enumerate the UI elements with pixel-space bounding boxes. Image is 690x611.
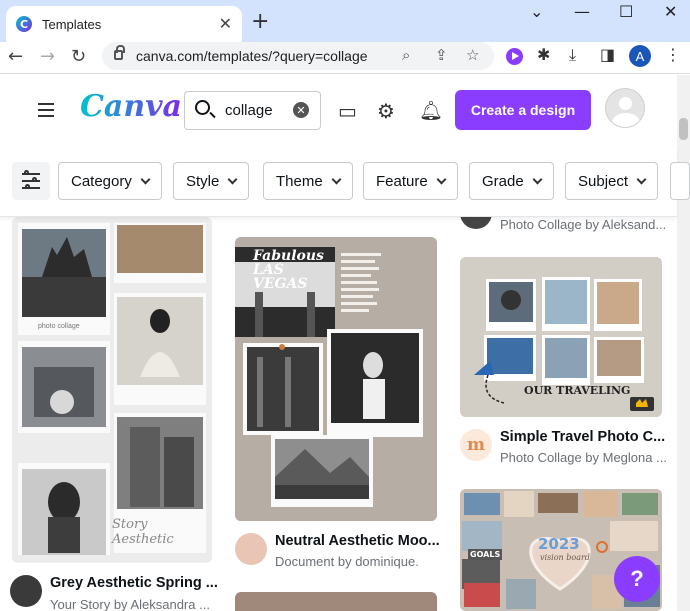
template-subtitle[interactable]: Photo Collage by Meglona ... [500, 450, 667, 465]
new-tab-button[interactable]: + [251, 9, 269, 34]
maximize-button[interactable]: ☐ [619, 2, 633, 21]
forward-icon[interactable]: → [40, 46, 55, 67]
share-icon[interactable]: ⇪ [435, 46, 448, 64]
settings-gear-icon[interactable]: ⚙ [377, 99, 395, 123]
chevron-down-icon [636, 174, 647, 184]
search-input[interactable]: collage ✕ [184, 91, 321, 130]
help-button[interactable]: ? [614, 556, 660, 602]
filter-style[interactable]: Style [173, 162, 250, 200]
template-card-neutral-aesthetic[interactable]: Fabulous LAS VEGAS [235, 237, 437, 521]
template-card-grey-collage[interactable]: photo collage Story Aesthetic [12, 217, 212, 563]
template-subtitle[interactable]: Document by dominique. [275, 554, 419, 569]
tab-close-icon[interactable]: ✕ [219, 14, 232, 34]
canva-header: Canva collage ✕ ▭ ⚙ 🔔︎ Create a design [0, 75, 690, 147]
photo-caption: photo collage [38, 323, 80, 330]
template-grid: photo collage Story Aesthetic Grey Aesth… [0, 217, 677, 611]
hamburger-menu-icon[interactable] [38, 103, 54, 121]
filter-category[interactable]: Category [58, 162, 162, 200]
address-bar[interactable]: canva.com/templates/?query=collage ⌕ ⇪ ☆ [102, 42, 494, 70]
search-value: collage [225, 102, 273, 119]
canva-favicon-icon: C [16, 16, 32, 32]
filter-theme[interactable]: Theme [263, 162, 353, 200]
extensions-puzzle-icon[interactable]: ✱ [537, 45, 550, 64]
chevron-down-icon [436, 174, 447, 184]
chevron-down-icon [140, 174, 151, 184]
filter-label: Theme [276, 172, 323, 190]
template-card-simple-travel[interactable]: OUR TRAVELING [460, 257, 662, 417]
lock-icon [114, 45, 125, 60]
vision-board-label: vision board [540, 553, 590, 562]
url-text: canva.com/templates/?query=collage [136, 48, 368, 64]
creator-avatar[interactable]: m [460, 429, 492, 461]
notifications-bell-icon[interactable]: 🔔︎ [419, 99, 443, 122]
scrollbar-track[interactable] [677, 75, 690, 611]
bookmark-star-icon[interactable]: ☆ [466, 46, 479, 64]
extension-play-icon[interactable] [506, 48, 523, 65]
template-title[interactable]: Simple Travel Photo C... [500, 429, 665, 445]
template-subtitle[interactable]: Photo Collage by Aleksand... [500, 217, 666, 232]
poster-title: Fabulous LAS VEGAS [253, 248, 324, 292]
filter-label: Subject [578, 172, 629, 190]
filter-subject[interactable]: Subject [565, 162, 659, 200]
filter-label: Category [71, 172, 132, 190]
browser-tab[interactable]: C Templates ✕ [6, 6, 242, 42]
browser-menu-icon[interactable]: ⋮ [665, 45, 681, 64]
chevron-down-icon [532, 174, 543, 184]
signature-text: Story Aesthetic [112, 517, 174, 547]
filter-grade[interactable]: Grade [469, 162, 554, 200]
back-icon[interactable]: ← [8, 46, 23, 67]
filter-settings-icon[interactable] [12, 162, 50, 200]
filter-bar: Category Style Theme Feature Grade Subje… [0, 147, 690, 217]
browser-profile-avatar[interactable]: A [629, 45, 651, 67]
filter-feature[interactable]: Feature [363, 162, 458, 200]
template-subtitle[interactable]: Your Story by Aleksandra ... [50, 597, 210, 611]
template-title[interactable]: Grey Aesthetic Spring ... [50, 575, 218, 591]
user-avatar[interactable] [605, 88, 645, 128]
filter-more[interactable] [670, 162, 690, 200]
zoom-search-icon[interactable]: ⌕ [402, 46, 410, 64]
tab-search-icon[interactable]: ⌄ [530, 2, 543, 21]
template-card-partial[interactable] [235, 592, 437, 611]
minimize-button[interactable]: — [574, 2, 590, 21]
download-icon[interactable]: ⤓ [569, 45, 576, 65]
goals-label: GOALS [468, 549, 503, 560]
desktop-app-icon[interactable]: ▭ [338, 99, 357, 123]
browser-tabbar: C Templates ✕ + ⌄ — ☐ ✕ [0, 0, 690, 42]
canva-logo[interactable]: Canva [80, 89, 182, 124]
filter-label: Style [186, 172, 220, 190]
reload-icon[interactable]: ↻ [71, 46, 86, 67]
search-icon [195, 100, 210, 115]
vision-year-badge: 2023 [538, 535, 580, 553]
creator-avatar[interactable] [235, 533, 267, 565]
chevron-down-icon [227, 174, 238, 184]
template-thumbnail [12, 217, 212, 563]
clear-search-icon[interactable]: ✕ [293, 102, 309, 118]
create-design-button[interactable]: Create a design [455, 90, 591, 130]
browser-navbar: ← → ↻ canva.com/templates/?query=collage… [0, 42, 690, 74]
creator-avatar[interactable] [460, 217, 492, 229]
tab-title: Templates [42, 16, 102, 32]
scrollbar-thumb[interactable] [679, 118, 688, 140]
close-window-button[interactable]: ✕ [664, 2, 677, 21]
chevron-down-icon [331, 174, 342, 184]
filter-label: Feature [376, 172, 428, 190]
creator-avatar[interactable] [10, 575, 42, 607]
travel-banner: OUR TRAVELING [524, 384, 631, 397]
filter-label: Grade [482, 172, 524, 190]
side-panel-icon[interactable]: ◨ [600, 45, 615, 64]
template-title[interactable]: Neutral Aesthetic Moo... [275, 533, 440, 549]
